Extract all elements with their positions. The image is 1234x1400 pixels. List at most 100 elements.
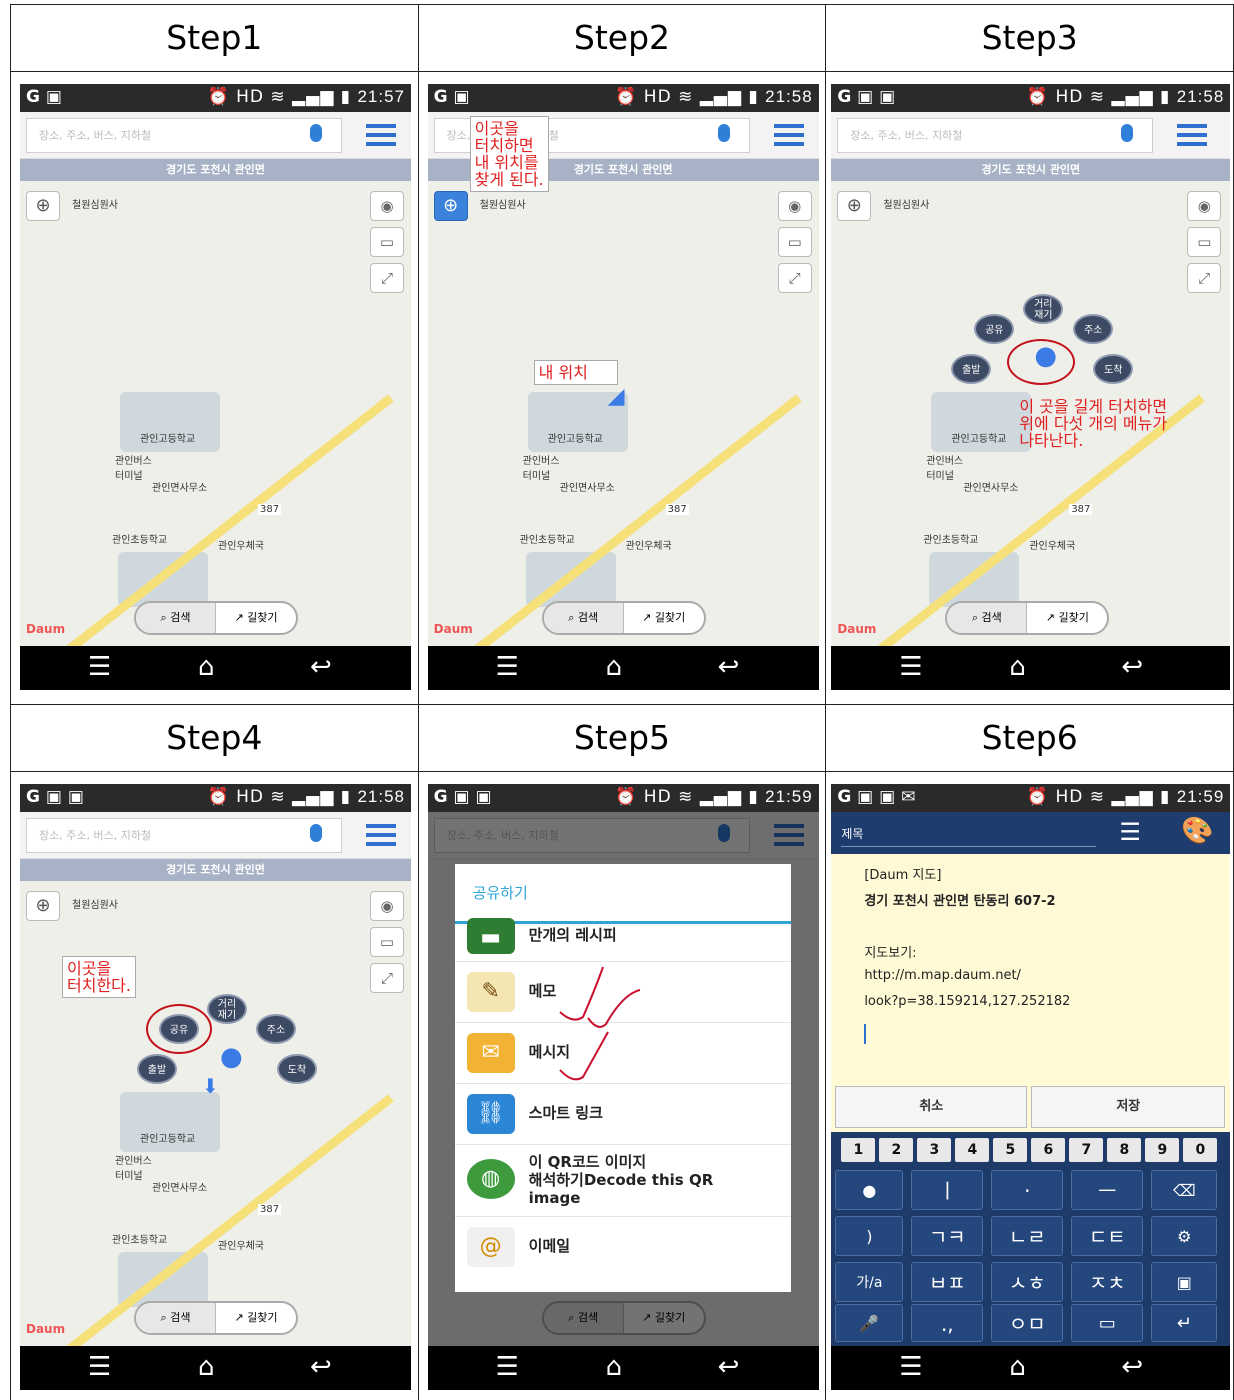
back-icon[interactable]: ↩: [718, 652, 740, 682]
menu-icon[interactable]: [773, 124, 804, 146]
fullscreen-icon[interactable]: ⤢: [777, 263, 812, 293]
map-view[interactable]: 장소, 주소, 버스, 지하철 경기도 포천시 관인면 ⊕ 철원심원사 이곳을 …: [427, 112, 819, 646]
directions-tab[interactable]: ↗ 길찾기: [216, 603, 296, 633]
key[interactable]: ㅡ: [1071, 1170, 1144, 1210]
radial-start-button[interactable]: 출발: [951, 354, 992, 384]
search-tab[interactable]: ⌕ 검색: [136, 1303, 216, 1333]
key[interactable]: ㅇㅁ: [991, 1304, 1064, 1342]
my-location-button[interactable]: ⊕: [26, 191, 60, 221]
space-key[interactable]: ▭: [1071, 1304, 1144, 1342]
fullscreen-icon[interactable]: ⤢: [370, 263, 404, 293]
key[interactable]: ㅣ: [911, 1170, 984, 1210]
number-key[interactable]: 8: [1107, 1138, 1142, 1162]
radial-address-button[interactable]: 주소: [1073, 314, 1114, 344]
radial-start-button[interactable]: 출발: [137, 1054, 177, 1084]
home-icon[interactable]: ⌂: [198, 1352, 215, 1382]
menu-nav-icon[interactable]: ☰: [496, 1352, 519, 1382]
map-view[interactable]: 장소, 주소, 버스, 지하철 경기도 포천시 관인면 ⊕ 철원심원사 ◉ ▭ …: [20, 112, 411, 646]
radial-arrive-button[interactable]: 도착: [1093, 354, 1134, 384]
palette-icon[interactable]: 🎨: [1181, 816, 1213, 846]
directions-tab[interactable]: ↗ 길찾기: [624, 603, 704, 633]
home-icon[interactable]: ⌂: [606, 1352, 623, 1382]
streetview-icon[interactable]: ◉: [370, 191, 404, 221]
search-input[interactable]: 장소, 주소, 버스, 지하철: [837, 118, 1154, 153]
mic-icon[interactable]: [310, 824, 322, 842]
directions-tab[interactable]: ↗ 길찾기: [1027, 603, 1107, 633]
number-key[interactable]: 2: [879, 1138, 914, 1162]
key[interactable]: ㄷㅌ: [1071, 1216, 1144, 1256]
menu-nav-icon[interactable]: ☰: [496, 652, 519, 682]
menu-nav-icon[interactable]: ☰: [899, 652, 922, 682]
back-icon[interactable]: ↩: [1121, 652, 1143, 682]
mic-icon[interactable]: [1121, 124, 1134, 142]
number-key[interactable]: 7: [1069, 1138, 1104, 1162]
share-option[interactable]: @ 이메일: [455, 1217, 791, 1278]
search-input[interactable]: 장소, 주소, 버스, 지하철: [26, 118, 342, 153]
menu-icon[interactable]: [1177, 124, 1208, 146]
back-icon[interactable]: ↩: [718, 1352, 740, 1382]
home-icon[interactable]: ⌂: [606, 652, 623, 682]
key[interactable]: ㄱㅋ: [911, 1216, 984, 1256]
streetview-icon[interactable]: ◉: [1187, 191, 1222, 221]
streetview-icon[interactable]: ◉: [777, 191, 812, 221]
number-key[interactable]: 9: [1145, 1138, 1180, 1162]
menu-nav-icon[interactable]: ☰: [899, 1352, 922, 1382]
search-input[interactable]: 장소, 주소, 버스, 지하철: [26, 818, 342, 853]
number-key[interactable]: 5: [993, 1138, 1028, 1162]
cancel-button[interactable]: 취소: [835, 1086, 1028, 1128]
voice-key[interactable]: 🎤: [835, 1304, 904, 1342]
map-view[interactable]: 장소, 주소, 버스, 지하철 경기도 포천시 관인면 ⊕ 철원심원사 ◉ ▭ …: [20, 812, 411, 1346]
back-icon[interactable]: ↩: [310, 652, 332, 682]
back-icon[interactable]: ↩: [310, 1352, 332, 1382]
memo-title-input[interactable]: 제목: [841, 821, 1097, 847]
map-view[interactable]: 장소, 주소, 버스, 지하철 경기도 포천시 관인면 ⊕ 철원심원사 ◉ ▭ …: [831, 112, 1231, 646]
layers-icon[interactable]: ▭: [777, 227, 812, 257]
number-key[interactable]: 6: [1031, 1138, 1066, 1162]
number-key[interactable]: 0: [1183, 1138, 1218, 1162]
number-key[interactable]: 3: [917, 1138, 952, 1162]
save-button[interactable]: 저장: [1031, 1086, 1226, 1128]
fullscreen-icon[interactable]: ⤢: [370, 963, 404, 993]
home-icon[interactable]: ⌂: [1009, 652, 1026, 682]
menu-nav-icon[interactable]: ☰: [88, 1352, 111, 1382]
directions-tab[interactable]: ↗ 길찾기: [216, 1303, 296, 1333]
back-icon[interactable]: ↩: [1121, 1352, 1143, 1382]
home-icon[interactable]: ⌂: [1009, 1352, 1026, 1382]
fullscreen-icon[interactable]: ⤢: [1187, 263, 1222, 293]
my-location-button[interactable]: ⊕: [837, 191, 872, 221]
clipboard-key[interactable]: ▣: [1151, 1262, 1218, 1302]
number-key[interactable]: 4: [955, 1138, 990, 1162]
key[interactable]: ㅅㅎ: [991, 1262, 1064, 1302]
enter-key[interactable]: ↵: [1151, 1304, 1218, 1342]
my-location-button[interactable]: ⊕: [26, 891, 60, 921]
key[interactable]: ●: [835, 1170, 904, 1210]
settings-key[interactable]: ⚙: [1151, 1216, 1218, 1256]
mic-icon[interactable]: [310, 124, 322, 142]
search-tab[interactable]: ⌕ 검색: [543, 603, 624, 633]
share-option[interactable]: ▬ 만개의 레시피: [454, 918, 791, 962]
share-option[interactable]: ◍ 이 QR코드 이미지 해석하기Decode this QR image: [454, 1145, 791, 1217]
list-icon[interactable]: ☰: [1119, 818, 1141, 846]
key[interactable]: ㅂㅍ: [911, 1262, 984, 1302]
my-location-button[interactable]: ⊕: [433, 191, 468, 221]
radial-distance-button[interactable]: 거리 재기: [207, 994, 247, 1024]
mic-icon[interactable]: [717, 124, 730, 142]
home-icon[interactable]: ⌂: [198, 652, 215, 682]
layers-icon[interactable]: ▭: [370, 227, 404, 257]
menu-icon[interactable]: [366, 124, 396, 146]
streetview-icon[interactable]: ◉: [370, 891, 404, 921]
backspace-key[interactable]: ⌫: [1151, 1170, 1218, 1210]
search-tab[interactable]: ⌕ 검색: [136, 603, 216, 633]
radial-distance-button[interactable]: 거리 재기: [1023, 294, 1064, 324]
key[interactable]: ·: [991, 1170, 1064, 1210]
radial-address-button[interactable]: 주소: [256, 1014, 296, 1044]
language-key[interactable]: 가/a: [835, 1262, 904, 1302]
key[interactable]: .,: [911, 1304, 984, 1342]
layers-icon[interactable]: ▭: [1187, 227, 1222, 257]
layers-icon[interactable]: ▭: [370, 927, 404, 957]
search-tab[interactable]: ⌕ 검색: [947, 603, 1028, 633]
key[interactable]: ): [835, 1216, 904, 1256]
menu-icon[interactable]: [366, 824, 396, 846]
radial-arrive-button[interactable]: 도착: [277, 1054, 317, 1084]
key[interactable]: ㄴㄹ: [991, 1216, 1064, 1256]
